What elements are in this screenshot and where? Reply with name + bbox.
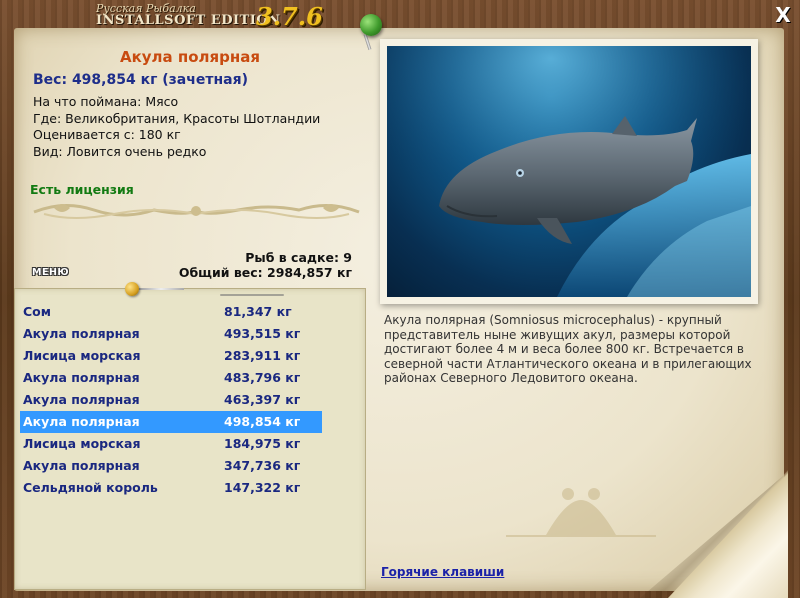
shark-illustration [387,46,751,297]
fish-watermark-icon [506,488,656,537]
catch-item-weight: 81,347 кг [224,304,292,319]
catch-item-name: Сом [23,304,51,319]
catch-item-weight: 463,397 кг [224,392,301,407]
catch-list-item[interactable]: Акула полярная 498,854 кг [20,411,322,433]
decorative-scratch [220,294,284,296]
cage-summary: Рыб в садке: 9 Общий вес: 2984,857 кг [179,250,352,280]
catch-list-item[interactable]: Сельдяной король 147,322 кг [20,477,322,499]
cage-count: Рыб в садке: 9 [245,250,352,265]
catch-list-item[interactable]: Акула полярная 463,397 кг [20,389,322,411]
catch-item-name: Акула полярная [23,392,140,407]
fish-name: Акула полярная [119,48,261,66]
catch-item-weight: 498,854 кг [224,414,301,429]
catch-item-weight: 347,736 кг [224,458,301,473]
catch-item-weight: 184,975 кг [224,436,301,451]
catch-item-name: Акула полярная [23,326,140,341]
catch-item-weight: 147,322 кг [224,480,301,495]
fish-weight: Вес: 498,854 кг (зачетная) [33,72,248,88]
fish-rated-from: Оценивается с: 180 кг [33,127,181,142]
cage-total-weight: Общий вес: 2984,857 кг [178,265,352,280]
fish-details: На что поймана: Мясо Где: Великобритания… [33,94,320,160]
app-version: 3.7.6 [256,2,323,31]
close-button[interactable]: X [772,4,794,26]
catch-list-item[interactable]: Сом 81,347 кг [20,301,322,323]
hotkeys-link[interactable]: Горячие клавиши [381,565,504,579]
catch-list-item[interactable]: Лисица морская 283,911 кг [20,345,322,367]
catch-item-name: Акула полярная [23,458,140,473]
catch-list-item[interactable]: Акула полярная 493,515 кг [20,323,322,345]
catch-item-name: Сельдяной король [23,480,158,495]
catch-list: Сом 81,347 кг Акула полярная 493,515 кг Лиси… [20,301,322,499]
fish-bait: На что поймана: Мясо [33,94,179,109]
menu-button[interactable]: МЕНЮ [32,266,76,280]
pushpin-needle-small [138,288,184,290]
fish-location: Где: Великобритания, Красоты Шотландии [33,110,321,126]
catch-item-name: Лисица морская [23,348,141,363]
fish-description: Акула полярная (Somniosus microcephalus)… [384,313,752,386]
catch-list-item[interactable]: Акула полярная 483,796 кг [20,367,322,389]
catch-item-name: Акула полярная [23,414,140,429]
pushpin-icon [125,282,139,296]
app-title-text: INSTALLSOFT EDITION [96,13,281,28]
pushpin-icon [360,14,382,36]
fish-photo [387,46,751,297]
catch-item-name: Акула полярная [23,370,140,385]
close-icon: X [775,3,791,27]
catch-list-item[interactable]: Акула полярная 347,736 кг [20,455,322,477]
catch-item-name: Лисица морская [23,436,141,451]
ornament-divider [33,204,360,219]
fish-kind: Вид: Ловится очень редко [33,143,207,159]
catch-item-weight: 493,515 кг [224,326,301,341]
catch-item-weight: 483,796 кг [224,370,301,385]
license-status: Есть лицензия [30,182,134,197]
catch-item-weight: 283,911 кг [224,348,301,363]
catch-list-item[interactable]: Лисица морская 184,975 кг [20,433,322,455]
